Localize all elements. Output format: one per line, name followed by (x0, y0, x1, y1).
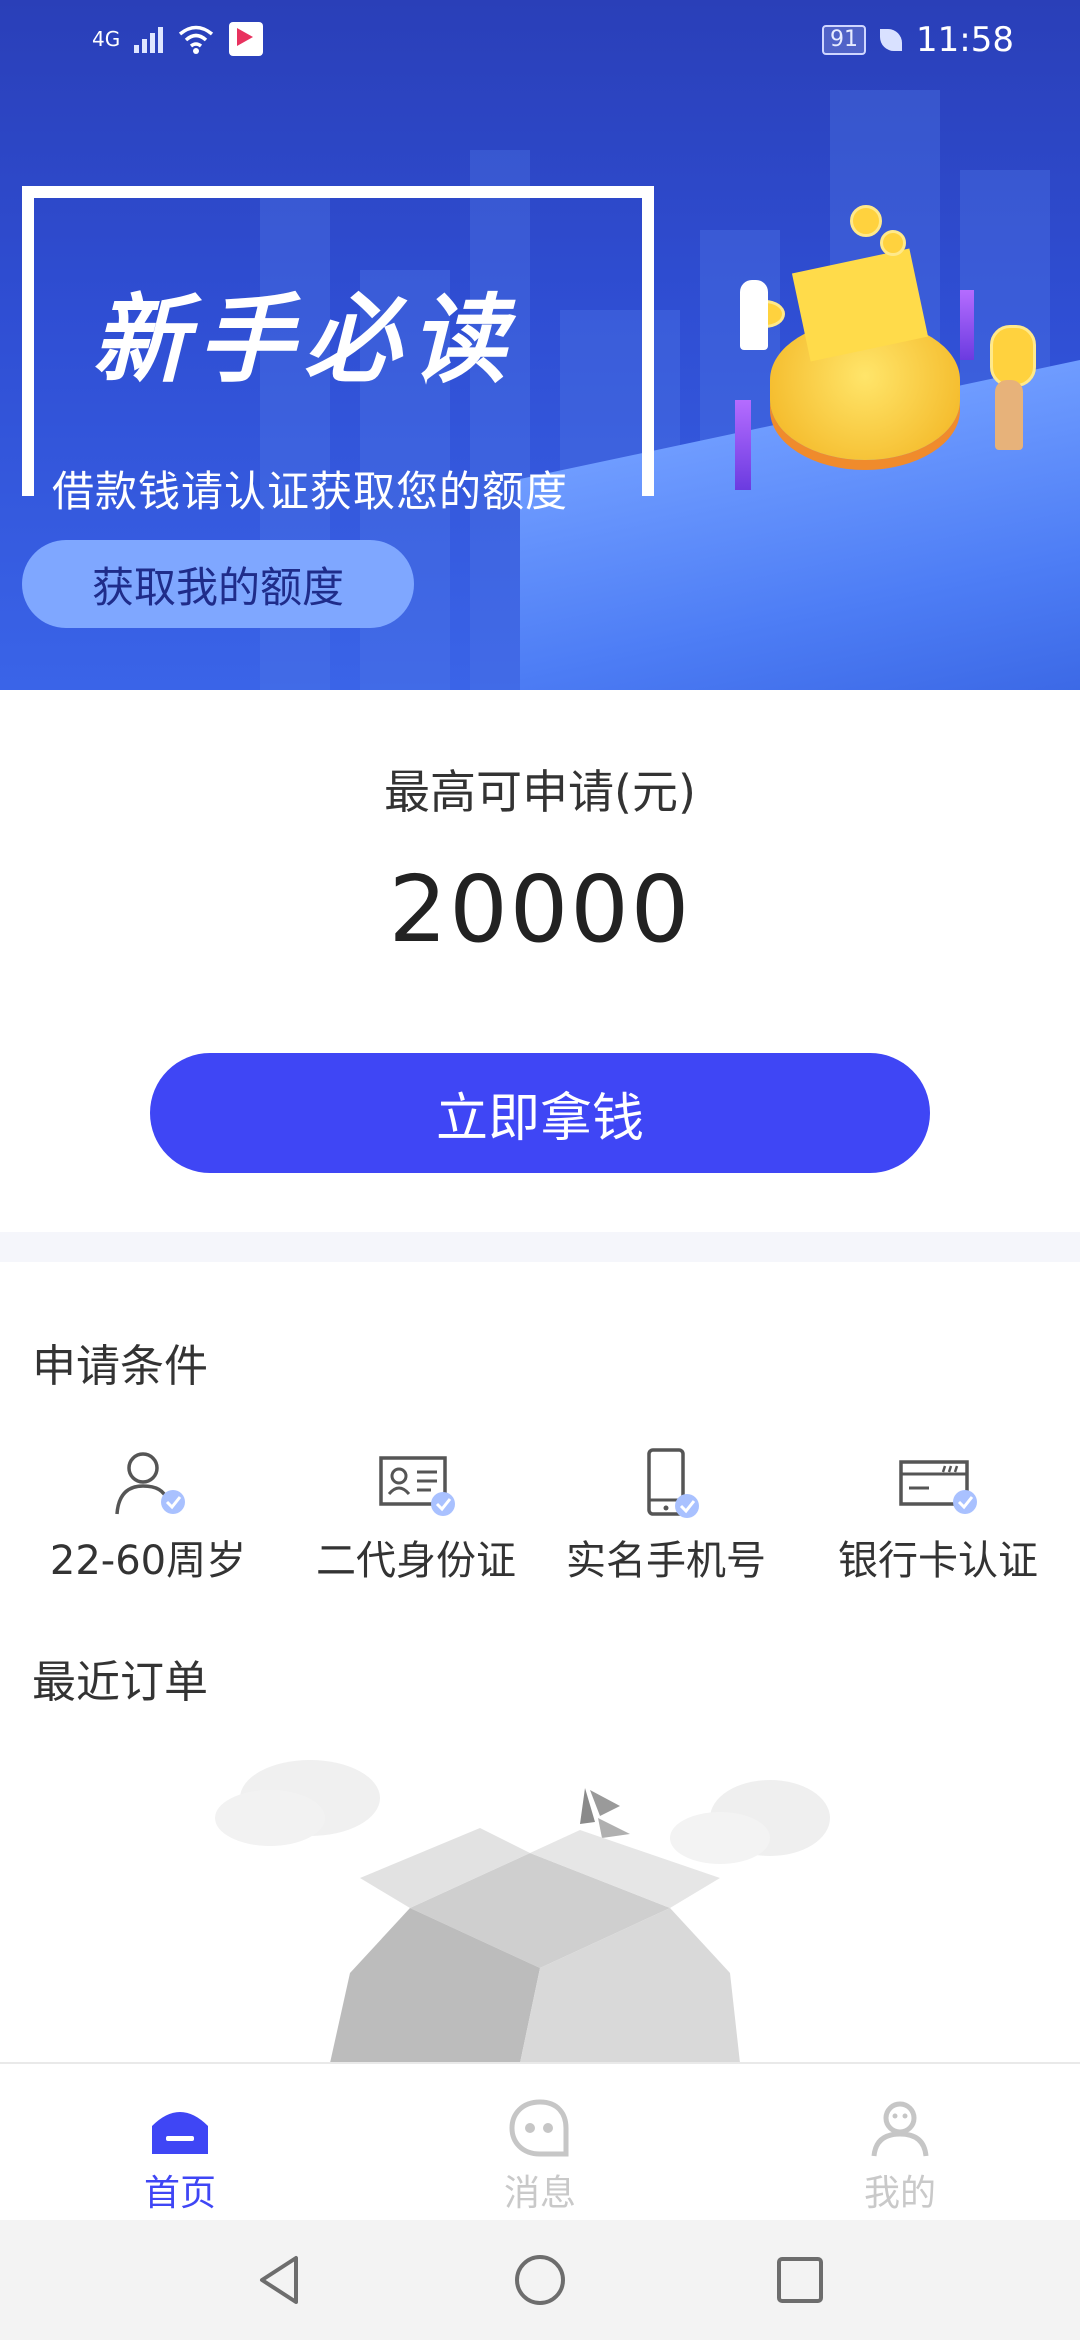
power-saving-icon (880, 29, 903, 51)
tab-label: 我的 (863, 2173, 936, 2214)
conditions-title: 申请条件 (32, 1341, 208, 1392)
home-circle-icon[interactable] (510, 2250, 570, 2310)
empty-box-icon (200, 1738, 880, 2063)
conditions-list: 22-60周岁 二代身份证 实名手机号 银行卡认证 (0, 1448, 1080, 1586)
wifi-icon (179, 25, 214, 54)
person-check-icon (103, 1448, 193, 1520)
apply-now-button[interactable]: 立即拿钱 (150, 1053, 930, 1173)
person-illustration (740, 280, 768, 350)
person-illustration (995, 380, 1023, 450)
phone-check-icon (621, 1448, 711, 1520)
message-icon (509, 2099, 569, 2157)
network-type: 4G (92, 27, 121, 51)
signal-icon (134, 25, 164, 53)
condition-label: 实名手机号 (566, 1538, 766, 1584)
condition-label: 银行卡认证 (838, 1538, 1038, 1584)
condition-label: 22-60周岁 (49, 1538, 247, 1584)
tab-label: 首页 (143, 2173, 216, 2214)
coin-icon (990, 325, 1036, 387)
bottom-tab-bar: 首页 消息 我的 (0, 2062, 1080, 2222)
banner-subtitle: 借款钱请认证获取您的额度 (52, 467, 569, 516)
home-icon (152, 2112, 208, 2154)
tab-label: 消息 (503, 2173, 576, 2214)
tab-home[interactable]: 首页 (0, 2064, 360, 2222)
condition-label: 二代身份证 (316, 1538, 516, 1584)
status-time: 11:58 (916, 20, 1014, 60)
condition-item-id: 二代身份证 (296, 1448, 536, 1586)
tab-messages[interactable]: 消息 (360, 2064, 720, 2222)
system-navigation-bar (0, 2220, 1080, 2340)
coin-icon (850, 205, 882, 237)
max-amount-value: 20000 (388, 856, 692, 963)
id-card-check-icon (371, 1448, 461, 1520)
max-amount-label: 最高可申请(元) (384, 765, 696, 819)
condition-item-bank: 银行卡认证 (796, 1448, 1080, 1586)
back-icon[interactable] (250, 2250, 310, 2310)
condition-item-phone: 实名手机号 (536, 1448, 796, 1586)
coin-icon (880, 230, 906, 256)
banner-title: 新手必读 (92, 284, 516, 396)
youku-app-icon (229, 22, 264, 56)
profile-icon (871, 2101, 929, 2157)
get-quota-button[interactable]: 获取我的额度 (22, 540, 414, 628)
bank-card-check-icon (893, 1448, 983, 1520)
battery-icon: 91 (822, 25, 867, 55)
recent-orders-title: 最近订单 (32, 1657, 208, 1708)
pillar-decoration (960, 290, 974, 360)
pillar-decoration (735, 400, 751, 490)
recents-icon[interactable] (770, 2250, 830, 2310)
status-bar: 4G 91 11:58 (0, 0, 1080, 84)
section-divider (0, 1232, 1080, 1262)
condition-item-age: 22-60周岁 (0, 1448, 296, 1586)
promo-banner[interactable]: 新手必读 借款钱请认证获取您的额度 获取我的额度 (0, 0, 1080, 690)
tab-profile[interactable]: 我的 (720, 2064, 1080, 2222)
